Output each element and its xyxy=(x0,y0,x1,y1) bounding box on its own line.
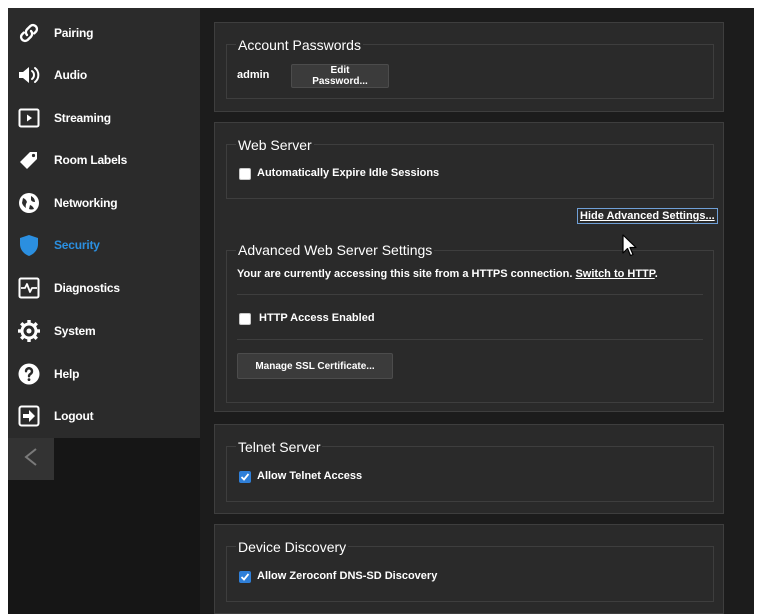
sidebar-item-label: Pairing xyxy=(54,26,94,40)
link-icon xyxy=(16,20,42,46)
switch-to-http-link[interactable]: Switch to HTTP xyxy=(575,268,654,280)
sidebar-item-networking[interactable]: Networking xyxy=(8,182,200,224)
sidebar-item-room-labels[interactable]: Room Labels xyxy=(8,139,200,181)
device-discovery-card: Device Discovery Allow Zeroconf DNS-SD D… xyxy=(214,524,724,614)
shield-icon xyxy=(16,232,42,258)
pulse-icon xyxy=(16,275,42,301)
app-window: Pairing Audio Streaming Room Labels Netw xyxy=(8,8,754,614)
account-passwords-card: Account Passwords admin Edit Password... xyxy=(214,22,724,112)
sidebar-item-label: Diagnostics xyxy=(54,281,120,295)
telnet-access-checkbox[interactable] xyxy=(239,471,251,483)
chevron-left-icon xyxy=(22,447,40,472)
sidebar-item-security[interactable]: Security xyxy=(8,224,200,266)
speaker-icon xyxy=(16,62,42,88)
tag-icon xyxy=(16,147,42,173)
http-access-checkbox[interactable] xyxy=(239,313,251,325)
zeroconf-checkbox[interactable] xyxy=(239,571,251,583)
sidebar-item-diagnostics[interactable]: Diagnostics xyxy=(8,267,200,309)
sidebar-item-help[interactable]: Help xyxy=(8,353,200,395)
sidebar-item-label: Logout xyxy=(54,409,94,423)
expire-sessions-label: Automatically Expire Idle Sessions xyxy=(257,167,440,179)
gear-icon xyxy=(16,318,42,344)
sidebar-item-logout[interactable]: Logout xyxy=(8,395,200,437)
globe-icon xyxy=(16,190,42,216)
mouse-cursor-icon xyxy=(622,234,638,263)
manage-ssl-button[interactable]: Manage SSL Certificate... xyxy=(237,353,393,379)
sidebar-item-label: System xyxy=(54,324,96,338)
sidebar-item-audio[interactable]: Audio xyxy=(8,54,200,96)
collapse-sidebar-button[interactable] xyxy=(8,438,54,480)
sidebar-item-label: Security xyxy=(54,238,100,252)
expire-sessions-checkbox[interactable] xyxy=(239,168,251,180)
sidebar-item-label: Room Labels xyxy=(54,153,128,167)
play-icon xyxy=(16,105,42,131)
sidebar-item-label: Help xyxy=(54,367,80,381)
https-notice: Your are currently accessing this site f… xyxy=(237,268,658,280)
sidebar-item-label: Streaming xyxy=(54,111,111,125)
divider xyxy=(237,339,703,340)
notice-period: . xyxy=(654,268,658,280)
main-content: Account Passwords admin Edit Password...… xyxy=(200,8,754,614)
sidebar-item-label: Networking xyxy=(54,196,118,210)
https-notice-text: Your are currently accessing this site f… xyxy=(237,268,573,280)
zeroconf-label: Allow Zeroconf DNS-SD Discovery xyxy=(257,570,438,582)
web-server-card: Web Server Automatically Expire Idle Ses… xyxy=(214,122,724,412)
telnet-access-label: Allow Telnet Access xyxy=(257,470,363,482)
sidebar: Pairing Audio Streaming Room Labels Netw xyxy=(8,8,200,438)
username-label: admin xyxy=(237,69,270,81)
hide-advanced-settings-link[interactable]: Hide Advanced Settings... xyxy=(577,208,718,224)
divider xyxy=(237,294,703,295)
sidebar-item-label: Audio xyxy=(54,68,87,82)
edit-password-button[interactable]: Edit Password... xyxy=(291,64,389,88)
http-access-label: HTTP Access Enabled xyxy=(259,312,375,324)
sidebar-item-streaming[interactable]: Streaming xyxy=(8,97,200,139)
logout-icon xyxy=(16,403,42,429)
sidebar-item-system[interactable]: System xyxy=(8,310,200,352)
help-icon xyxy=(16,361,42,387)
telnet-server-card: Telnet Server Allow Telnet Access xyxy=(214,424,724,514)
sidebar-item-pairing[interactable]: Pairing xyxy=(8,12,200,54)
